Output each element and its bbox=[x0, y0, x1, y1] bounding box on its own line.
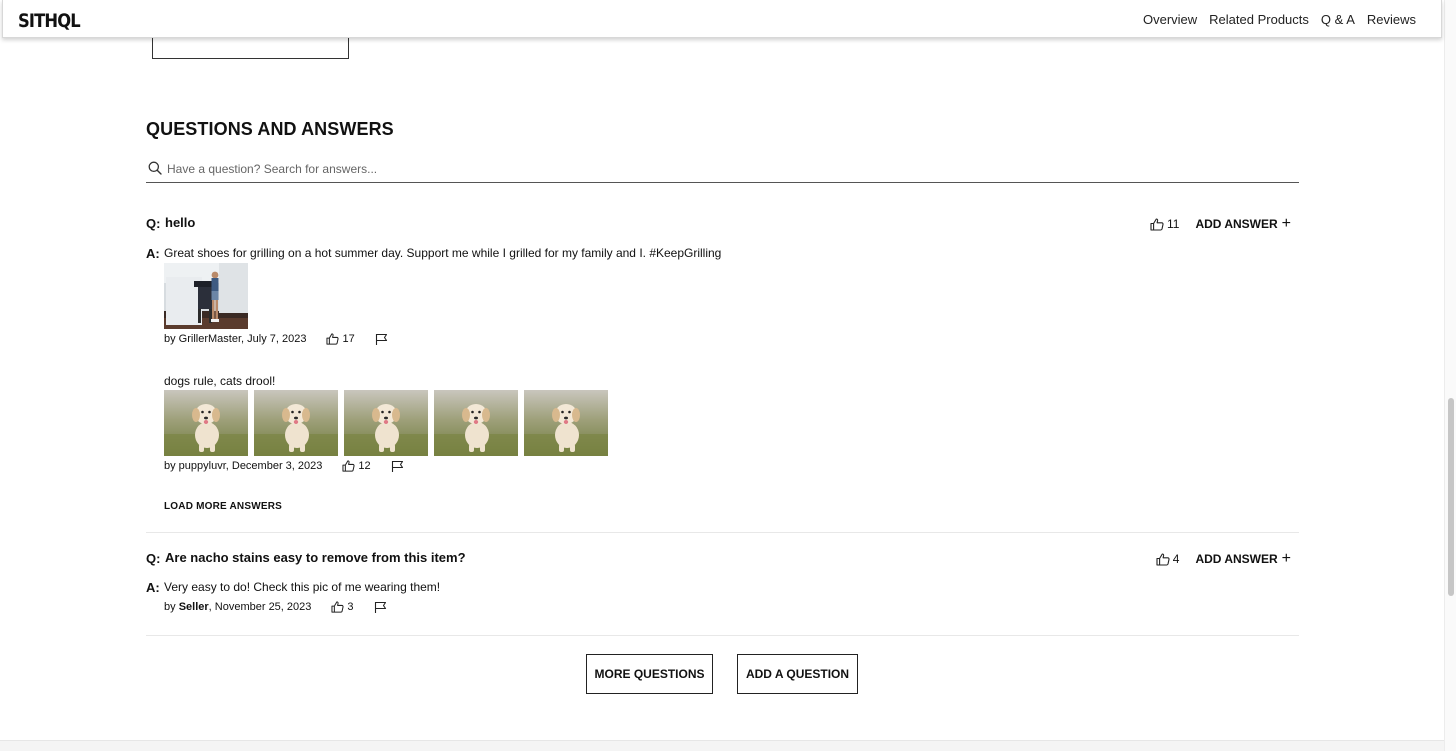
page-footer-edge bbox=[0, 740, 1444, 751]
qa-section-title: QUESTIONS AND ANSWERS bbox=[146, 119, 394, 139]
answer-helpful-count: 3 bbox=[347, 601, 354, 613]
page-scrollbar[interactable] bbox=[1444, 0, 1456, 751]
answer-photo[interactable] bbox=[164, 390, 248, 456]
thumbs-up-icon bbox=[326, 333, 340, 345]
seller-name: Seller bbox=[178, 601, 209, 613]
report-answer-button[interactable] bbox=[374, 601, 387, 613]
report-answer-button[interactable] bbox=[375, 333, 388, 345]
answer-author-date: by GrillerMaster, July 7, 2023 bbox=[164, 333, 307, 345]
thumbs-up-icon bbox=[1150, 217, 1164, 231]
question-prefix: Q: bbox=[146, 551, 161, 566]
answer-text: Very easy to do! Check this pic of me we… bbox=[164, 580, 441, 594]
answer-prefix: A: bbox=[146, 580, 160, 595]
load-more-answers-button[interactable]: LOAD MORE ANSWERS bbox=[164, 501, 282, 512]
plus-icon: + bbox=[1281, 550, 1291, 567]
plus-icon: + bbox=[1281, 215, 1291, 232]
question-divider bbox=[146, 532, 1299, 533]
top-nav: Overview Related Products Q & A Reviews bbox=[1143, 12, 1416, 27]
flag-icon bbox=[375, 333, 387, 345]
answer-meta: by puppyluvr, December 3, 2023 12 bbox=[164, 460, 404, 472]
nav-reviews[interactable]: Reviews bbox=[1367, 12, 1416, 27]
flag-icon bbox=[391, 460, 403, 472]
add-answer-label: ADD ANSWER bbox=[1195, 217, 1278, 231]
nav-q-and-a[interactable]: Q & A bbox=[1321, 12, 1355, 27]
question-helpful-button[interactable]: 4 bbox=[1156, 552, 1180, 566]
answer-helpful-button[interactable]: 3 bbox=[331, 601, 354, 613]
thumbs-up-icon bbox=[331, 601, 344, 613]
report-answer-button[interactable] bbox=[391, 460, 404, 472]
question-prefix: Q: bbox=[146, 216, 161, 231]
nav-overview[interactable]: Overview bbox=[1143, 12, 1197, 27]
site-logo[interactable]: SITHQL bbox=[18, 10, 81, 32]
qa-search-input[interactable] bbox=[167, 160, 1267, 178]
answer-photos bbox=[164, 263, 248, 329]
answer-meta: by Seller, November 25, 2023 3 bbox=[164, 601, 387, 613]
answer-photo[interactable] bbox=[164, 263, 248, 329]
question-text: Are nacho stains easy to remove from thi… bbox=[165, 550, 466, 565]
question-divider bbox=[146, 635, 1299, 636]
answer-meta: by GrillerMaster, July 7, 2023 17 bbox=[164, 333, 388, 345]
nav-related-products[interactable]: Related Products bbox=[1209, 12, 1309, 27]
site-header: SITHQL Overview Related Products Q & A R… bbox=[2, 0, 1442, 38]
qa-search-bar bbox=[146, 157, 1299, 183]
question-helpful-button[interactable]: 11 bbox=[1150, 217, 1179, 231]
answer-author-date: by Seller, November 25, 2023 bbox=[164, 601, 312, 613]
answer-photo[interactable] bbox=[524, 390, 608, 456]
question-actions: 4 ADD ANSWER + bbox=[1156, 550, 1291, 567]
question-actions: 11 ADD ANSWER + bbox=[1150, 215, 1291, 232]
answer-prefix: A: bbox=[146, 246, 160, 261]
answer-text: dogs rule, cats drool! bbox=[164, 374, 276, 388]
answer-photos bbox=[164, 390, 608, 456]
question-helpful-count: 4 bbox=[1172, 552, 1180, 566]
flag-icon bbox=[374, 601, 386, 613]
answer-photo[interactable] bbox=[254, 390, 338, 456]
answer-photo[interactable] bbox=[434, 390, 518, 456]
more-questions-button[interactable]: MORE QUESTIONS bbox=[586, 654, 713, 694]
add-answer-button[interactable]: ADD ANSWER + bbox=[1195, 550, 1291, 567]
answer-photo[interactable] bbox=[344, 390, 428, 456]
thumbs-up-icon bbox=[1156, 552, 1170, 566]
answer-helpful-count: 12 bbox=[358, 460, 371, 472]
answer-helpful-count: 17 bbox=[342, 333, 355, 345]
question-row: Q: Are nacho stains easy to remove from … bbox=[146, 549, 1299, 571]
question-text: hello bbox=[165, 215, 196, 230]
thumbs-up-icon bbox=[342, 460, 355, 472]
answer-author-date: by puppyluvr, December 3, 2023 bbox=[164, 460, 323, 472]
answer-helpful-button[interactable]: 17 bbox=[326, 333, 355, 345]
answer-text: Great shoes for grilling on a hot summer… bbox=[164, 246, 722, 260]
search-icon bbox=[148, 161, 162, 175]
add-answer-button[interactable]: ADD ANSWER + bbox=[1195, 215, 1291, 232]
add-answer-label: ADD ANSWER bbox=[1195, 552, 1278, 566]
scrollbar-thumb[interactable] bbox=[1448, 398, 1454, 596]
question-helpful-count: 11 bbox=[1166, 217, 1180, 231]
answer-helpful-button[interactable]: 12 bbox=[342, 460, 371, 472]
question-row: Q: hello 11 ADD ANSWER + bbox=[146, 214, 1299, 236]
add-question-button[interactable]: ADD A QUESTION bbox=[737, 654, 858, 694]
